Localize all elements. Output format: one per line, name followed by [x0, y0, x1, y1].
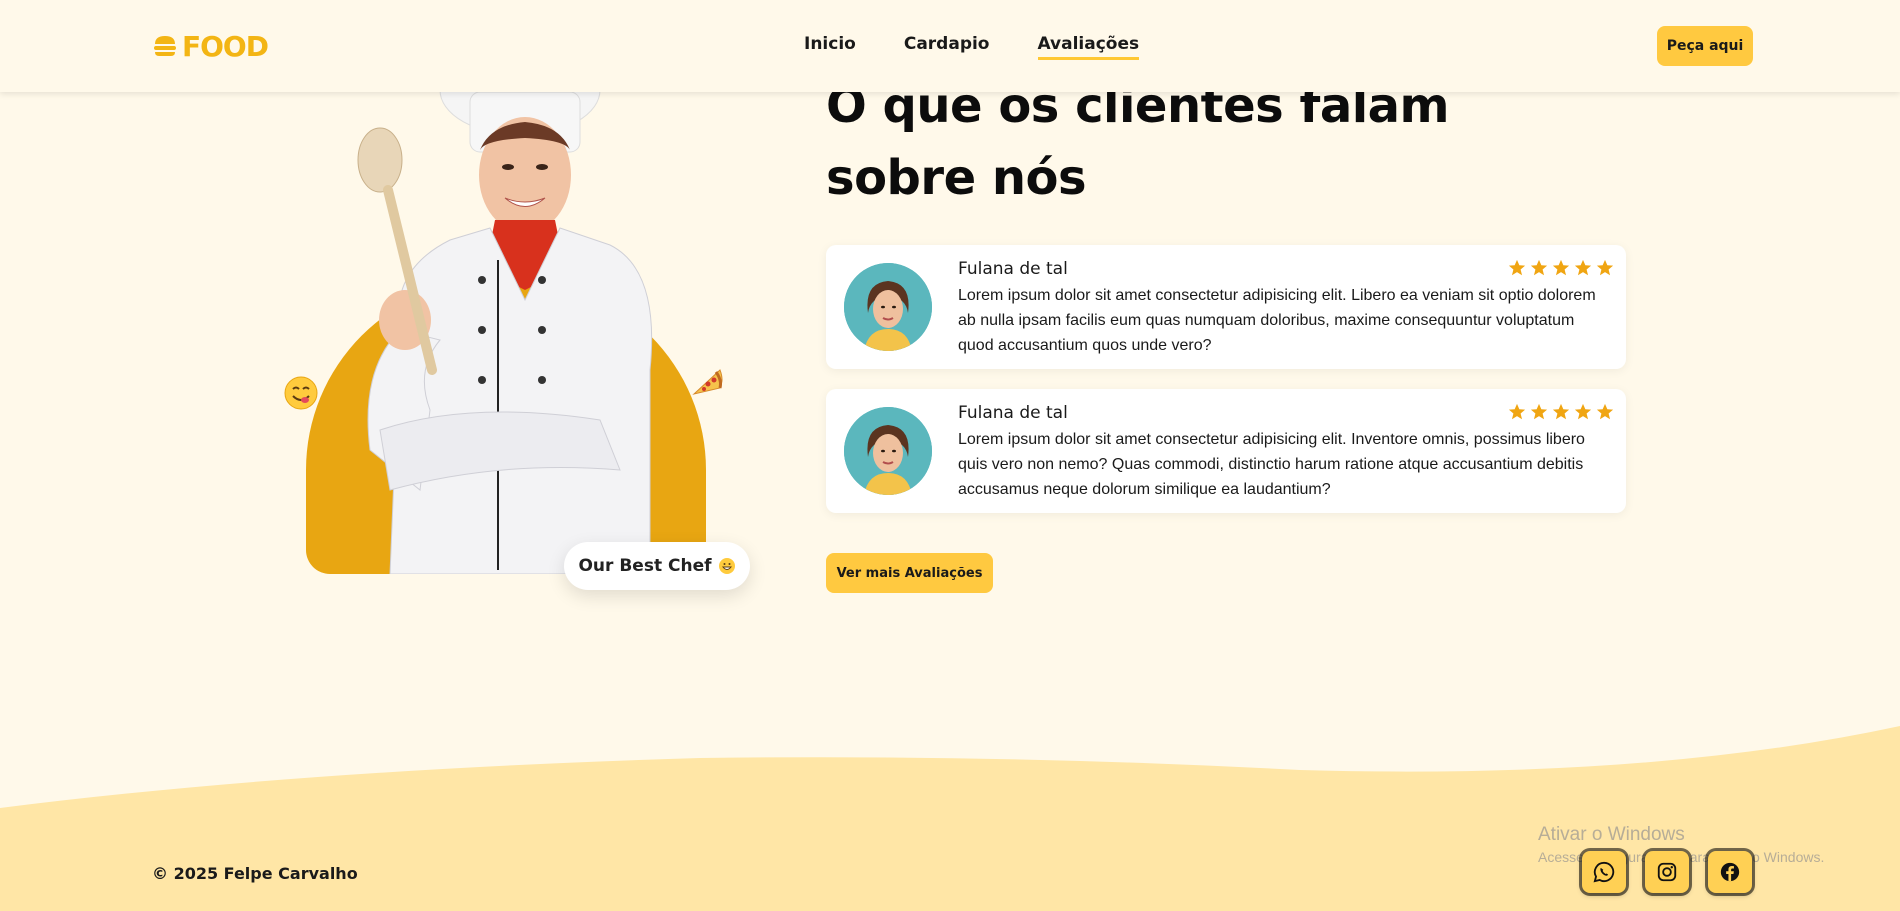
grinning-face-icon	[718, 558, 735, 574]
nav-inicio[interactable]: Inicio	[804, 34, 856, 60]
star-icon	[1552, 259, 1570, 276]
whatsapp-button[interactable]	[1582, 851, 1626, 893]
watermark-title: Ativar o Windows	[1538, 824, 1685, 845]
chef-hero: Our Best Chef	[270, 70, 770, 600]
site-header: FOOD Inicio Cardapio Avaliações Peça aqu…	[0, 0, 1900, 92]
facebook-button[interactable]	[1708, 851, 1752, 893]
star-icon	[1508, 259, 1526, 276]
badge-label: Our Best Chef	[578, 556, 712, 576]
star-icon	[1596, 403, 1614, 420]
instagram-icon	[1657, 862, 1677, 882]
star-rating	[1508, 259, 1614, 277]
pizza-icon	[692, 369, 723, 395]
burger-icon	[154, 36, 176, 56]
review-card: Fulana de tal Lorem ipsum dolor sit amet…	[826, 389, 1626, 513]
star-icon	[1574, 259, 1592, 276]
review-text: Lorem ipsum dolor sit amet consectetur a…	[958, 287, 1596, 354]
star-icon	[1508, 403, 1526, 420]
nav-avaliacoes[interactable]: Avaliações	[1037, 34, 1140, 60]
avatar	[844, 263, 932, 351]
nav-cardapio[interactable]: Cardapio	[904, 34, 990, 60]
facebook-icon	[1720, 862, 1740, 882]
main-nav: Inicio Cardapio Avaliações	[804, 34, 1140, 60]
star-icon	[1596, 259, 1614, 276]
instagram-button[interactable]	[1645, 851, 1689, 893]
star-icon	[1552, 403, 1570, 420]
review-text: Lorem ipsum dolor sit amet consectetur a…	[958, 431, 1585, 498]
star-icon	[1530, 403, 1548, 420]
reviewer-name: Fulana de tal	[958, 259, 1068, 279]
star-icon	[1574, 403, 1592, 420]
more-reviews-button[interactable]: Ver mais Avaliações	[826, 553, 993, 593]
avatar	[844, 407, 932, 495]
best-chef-badge: Our Best Chef	[564, 542, 750, 590]
order-button[interactable]: Peça aqui	[1657, 26, 1753, 66]
copyright: © 2025 Felpe Carvalho	[152, 864, 358, 883]
reviewer-name: Fulana de tal	[958, 403, 1068, 423]
star-icon	[1530, 259, 1548, 276]
chef-image	[357, 70, 653, 574]
yum-face-icon	[284, 376, 318, 410]
whatsapp-icon	[1593, 861, 1615, 883]
star-rating	[1508, 403, 1614, 421]
review-card: Fulana de tal Lorem ipsum dolor sit amet…	[826, 245, 1626, 369]
logo-text: FOOD	[182, 29, 269, 63]
logo[interactable]: FOOD	[152, 29, 269, 63]
